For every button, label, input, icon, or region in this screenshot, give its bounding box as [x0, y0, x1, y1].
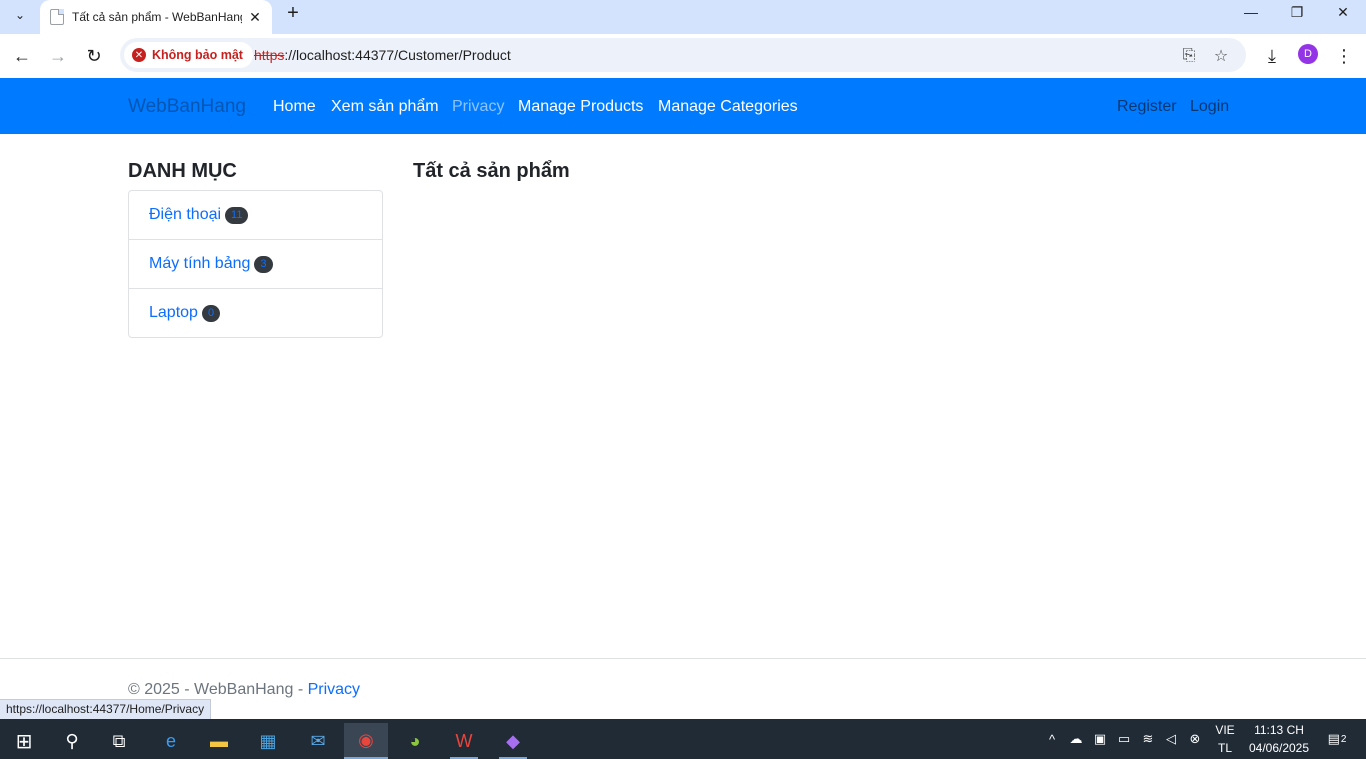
coccoc-icon[interactable]: ◕ — [393, 723, 437, 759]
tab-active[interactable]: Tất cả sản phẩm - WebBanHang ✕ — [40, 0, 272, 34]
new-tab-icon[interactable]: + — [282, 2, 304, 24]
reload-icon[interactable]: ↻ — [79, 41, 109, 71]
tab-strip: ⌄ Tất cả sản phẩm - WebBanHang ✕ + — ❐ ✕ — [0, 0, 1366, 34]
clock-time[interactable]: 11:13 CH — [1244, 723, 1314, 737]
task-view-icon[interactable]: ⧉ — [97, 723, 141, 759]
brand-link[interactable]: WebBanHang — [128, 96, 246, 118]
footer-copyright: © 2025 - WebBanHang - — [128, 681, 308, 698]
nav-login[interactable]: Login — [1190, 98, 1229, 116]
site-navbar: WebBanHang Home Xem sản phẩm Privacy Man… — [0, 78, 1366, 134]
notification-count: 2 — [1340, 733, 1347, 745]
security-label: Không bảo mật — [152, 48, 243, 62]
windows-start-icon[interactable]: ⊞ — [2, 723, 46, 759]
nav-products[interactable]: Xem sản phẩm — [331, 98, 439, 116]
restore-icon[interactable]: ❐ — [1274, 0, 1320, 24]
volume-icon[interactable]: ◁ — [1161, 729, 1181, 749]
forward-icon[interactable]: → — [43, 41, 73, 71]
window-close-icon[interactable]: ✕ — [1320, 0, 1366, 24]
mail-icon[interactable]: ✉ — [296, 723, 340, 759]
category-list: Điện thoại 11 Máy tính bảng 3 Laptop 0 — [128, 190, 383, 338]
tab-title: Tất cả sản phẩm - WebBanHang — [72, 10, 242, 24]
notification-center-icon[interactable]: ▤ 2 — [1324, 729, 1350, 749]
count-badge: 3 — [254, 255, 273, 273]
count-badge: 0 — [201, 304, 221, 322]
page-favicon-icon — [50, 9, 64, 25]
clock-date[interactable]: 04/06/2025 — [1244, 741, 1314, 755]
windows-taskbar: ⊞ ⚲ ⧉ e ▬ ▦ ✉ ◉ ◕ W ◆ ^ ☁ ▣ ▭ ≋ ◁ ⊗ VIE … — [0, 719, 1366, 759]
nav-register[interactable]: Register — [1117, 98, 1177, 116]
category-item[interactable]: Laptop 0 — [129, 289, 382, 337]
visual-studio-icon[interactable]: ◆ — [491, 723, 535, 759]
wifi-icon[interactable]: ≋ — [1138, 729, 1158, 749]
antivirus-icon[interactable]: ▣ — [1090, 729, 1110, 749]
store-icon[interactable]: ▦ — [246, 723, 290, 759]
tray-chevron-icon[interactable]: ^ — [1042, 729, 1062, 749]
nav-manage-categories[interactable]: Manage Categories — [658, 98, 798, 116]
footer-divider — [0, 658, 1366, 659]
bookmark-star-icon[interactable]: ☆ — [1210, 45, 1232, 67]
translate-icon[interactable]: ⎘ — [1178, 45, 1200, 67]
count-badge: 11 — [225, 206, 249, 224]
url-text[interactable]: https://localhost:44377/Customer/Product — [254, 47, 511, 63]
category-link[interactable]: Điện thoại — [149, 206, 221, 224]
address-bar[interactable]: ✕ Không bảo mật https://localhost:44377/… — [120, 38, 1246, 72]
security-chip[interactable]: ✕ Không bảo mật — [124, 42, 253, 68]
search-icon[interactable]: ⚲ — [50, 723, 94, 759]
browser-chrome: ⌄ Tất cả sản phẩm - WebBanHang ✕ + — ❐ ✕… — [0, 0, 1366, 78]
onedrive-icon[interactable]: ☁ — [1066, 729, 1086, 749]
link-status-bubble: https://localhost:44377/Home/Privacy — [0, 699, 212, 719]
file-explorer-icon[interactable]: ▬ — [197, 723, 241, 759]
category-link[interactable]: Máy tính bảng — [149, 255, 250, 273]
wps-office-icon[interactable]: W — [442, 723, 486, 759]
profile-avatar[interactable]: D — [1298, 44, 1318, 64]
url-scheme: https — [254, 47, 285, 63]
battery-icon[interactable]: ▭ — [1114, 729, 1134, 749]
nav-manage-products[interactable]: Manage Products — [518, 98, 643, 116]
nav-home[interactable]: Home — [273, 98, 316, 116]
back-icon[interactable]: ← — [7, 41, 37, 71]
download-icon[interactable]: ⤓ — [1257, 41, 1287, 71]
url-path: ://localhost:44377/Customer/Product — [284, 47, 511, 63]
footer-privacy-link[interactable]: Privacy — [308, 681, 360, 698]
menu-dots-icon[interactable]: ⋮ — [1329, 41, 1359, 71]
minimize-icon[interactable]: — — [1228, 0, 1274, 24]
not-secure-icon: ✕ — [132, 48, 146, 62]
tab-search-icon[interactable]: ⌄ — [6, 2, 34, 28]
nav-privacy[interactable]: Privacy — [452, 98, 504, 116]
page-title: Tất cả sản phẩm — [413, 160, 570, 182]
browser-toolbar: ← → ↻ ✕ Không bảo mật https://localhost:… — [0, 34, 1366, 78]
sidebar-title: DANH MỤC — [128, 160, 237, 182]
tab-close-icon[interactable]: ✕ — [246, 8, 264, 26]
category-link[interactable]: Laptop — [149, 304, 198, 322]
category-item[interactable]: Điện thoại 11 — [129, 191, 382, 240]
tray-close-icon[interactable]: ⊗ — [1185, 729, 1205, 749]
language-indicator[interactable]: VIE — [1210, 723, 1240, 737]
edge-icon[interactable]: e — [149, 723, 193, 759]
chrome-icon[interactable]: ◉ — [344, 723, 388, 759]
input-method-indicator[interactable]: TL — [1210, 741, 1240, 755]
footer: © 2025 - WebBanHang - Privacy — [128, 681, 360, 699]
category-item[interactable]: Máy tính bảng 3 — [129, 240, 382, 289]
